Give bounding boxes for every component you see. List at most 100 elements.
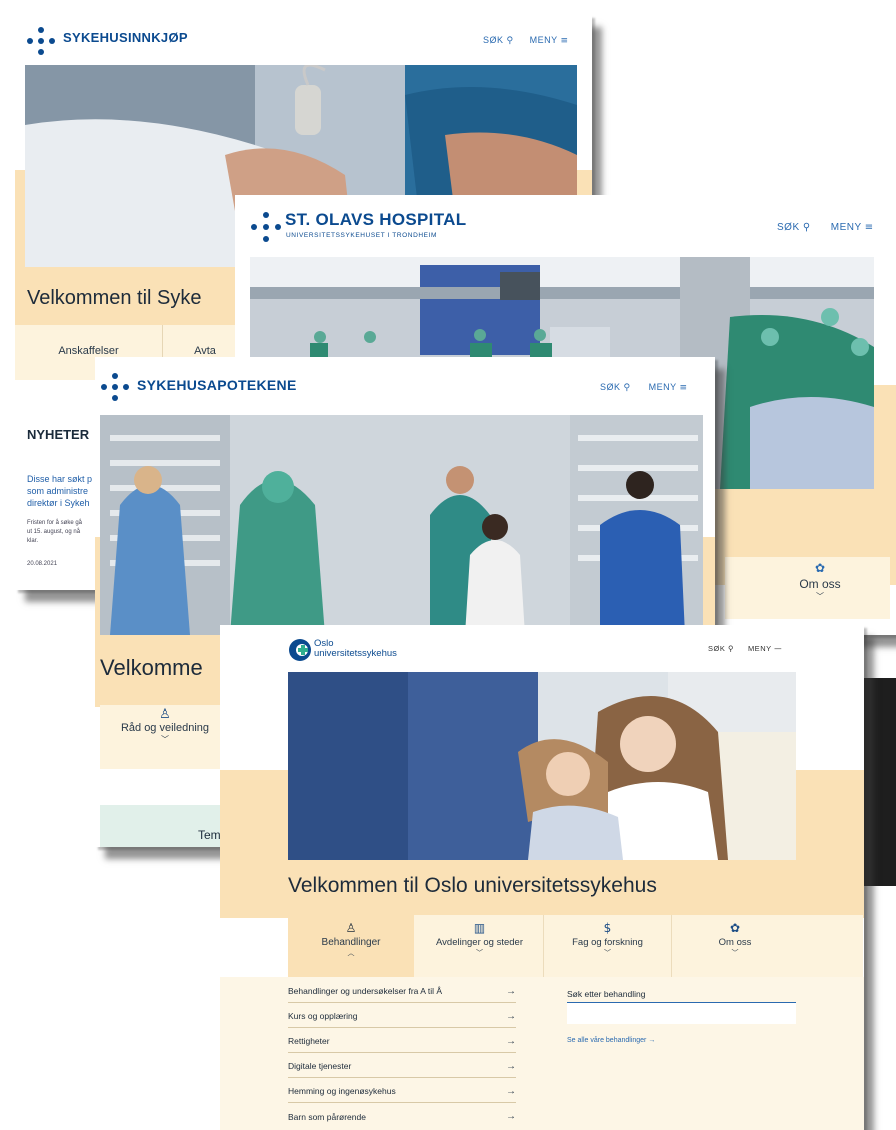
tab-label: Om oss xyxy=(718,937,752,948)
link-rettigheter[interactable]: Rettigheter → xyxy=(288,1030,516,1053)
search-icon: ⚲ xyxy=(727,644,734,653)
header: SYKEHUSINNKJØP SØK ⚲ MENY ≡ xyxy=(15,15,592,65)
arrow-right-icon: → xyxy=(506,1085,516,1097)
all-treatments-link[interactable]: Se alle våre behandlinger → xyxy=(567,1037,655,1044)
treatment-search-input[interactable] xyxy=(567,1002,796,1024)
menu-icon: ≡ xyxy=(864,222,874,233)
search-label: Søk etter behandling xyxy=(567,989,646,999)
brand-name[interactable]: SYKEHUSINNKJØP xyxy=(63,30,188,45)
arrow-right-icon: → xyxy=(506,1060,516,1072)
hero-image xyxy=(100,415,703,635)
menu-icon: — xyxy=(774,644,783,653)
person-icon: ♙ xyxy=(345,921,357,935)
menu-link[interactable]: MENY ≡ xyxy=(831,222,874,233)
news-body-line: klar. xyxy=(27,538,39,544)
tab-label: Behandlinger xyxy=(321,937,381,948)
arrow-right-icon: → xyxy=(506,1035,516,1047)
arrow-right-icon: → xyxy=(648,1037,656,1044)
search-link[interactable]: SØK ⚲ xyxy=(777,222,811,233)
themes-label: Tem xyxy=(198,828,221,842)
brand-name[interactable]: SYKEHUSAPOTEKENE xyxy=(137,377,297,393)
person-icon: ♙ xyxy=(159,707,171,722)
flower-icon: ✿ xyxy=(729,921,741,935)
link-digitale-tjenester[interactable]: Digitale tjenester → xyxy=(288,1055,516,1078)
menu-link[interactable]: MENY ≡ xyxy=(649,382,688,393)
chevron-down-icon: ﹀ xyxy=(161,735,169,744)
welcome-title: Velkommen til Syke xyxy=(27,287,202,309)
news-item[interactable]: Disse har søkt p som administre direktør… xyxy=(27,473,97,509)
chevron-down-icon: ﹀ xyxy=(476,950,483,957)
tab-om-oss[interactable]: ✿ Om oss ﹀ xyxy=(760,561,880,621)
link-label: Se alle våre behandlinger xyxy=(567,1037,647,1044)
link-label: Barn som pårørende xyxy=(288,1111,366,1122)
themes-bar[interactable]: Tem xyxy=(100,805,221,847)
tab-label: Om oss xyxy=(799,577,841,591)
header: ST. OLAVS HOSPITAL UNIVERSITETSSYKEHUSET… xyxy=(235,195,896,257)
link-label: Rettigheter xyxy=(288,1036,330,1046)
search-link[interactable]: SØK ⚲ xyxy=(483,35,514,46)
menu-icon: ≡ xyxy=(679,383,688,393)
tab-avdelinger[interactable]: ▥ Avdelinger og steder ﹀ xyxy=(416,915,544,979)
ous-page: Oslo universitetssykehus SØK ⚲ MENY — Ve… xyxy=(220,625,864,1130)
tab-fag-og-forskning[interactable]: $ Fag og forskning ﹀ xyxy=(544,915,672,979)
brand-line: universitetssykehus xyxy=(314,648,397,659)
link-label: Digitale tjenester xyxy=(288,1061,352,1071)
menu-link[interactable]: MENY — xyxy=(748,644,782,653)
flower-icon: ✿ xyxy=(814,561,826,575)
hero-image xyxy=(288,672,796,860)
tab-label: Råd og veiledning xyxy=(120,722,210,734)
news-title-line: som administre xyxy=(27,486,89,496)
news-body-line: ut 15. august, og nå xyxy=(27,529,81,535)
link-barn-som-parorende[interactable]: Barn som pårørende → xyxy=(288,1105,516,1128)
news-title-line: direktør i Sykeh xyxy=(27,498,90,508)
news-title-line: Disse har søkt p xyxy=(27,474,93,484)
link-hemming[interactable]: Hemming og ingenøsykehus → xyxy=(288,1080,516,1103)
building-icon: ▥ xyxy=(473,921,486,935)
link-label: Behandlinger og undersøkelser fra A til … xyxy=(288,986,443,996)
search-icon: ⚲ xyxy=(506,36,514,46)
tab-label: Avdelinger og steder xyxy=(436,937,523,948)
menu-link[interactable]: MENY ≡ xyxy=(530,35,569,46)
tab-label: Avta xyxy=(194,345,216,357)
news-body-line: Fristen for å søke gå xyxy=(27,520,83,526)
logo-icon xyxy=(25,25,55,55)
header: Oslo universitetssykehus SØK ⚲ MENY — xyxy=(220,625,864,673)
money-icon: $ xyxy=(603,921,612,935)
hero-photo xyxy=(288,672,796,860)
chevron-down-icon: ﹀ xyxy=(604,950,611,957)
chevron-down-icon: ﹀ xyxy=(816,592,824,601)
search-link[interactable]: SØK ⚲ xyxy=(600,382,631,393)
logo-icon xyxy=(99,371,129,401)
news-date: 20.08.2021 xyxy=(27,561,58,567)
brand-name[interactable]: Oslo universitetssykehus xyxy=(314,639,397,659)
arrow-right-icon: → xyxy=(506,1111,516,1122)
chevron-down-icon: ﹀ xyxy=(731,950,739,957)
brand-subtitle: UNIVERSITETSSYKEHUSET I TRONDHEIM xyxy=(286,232,438,239)
chevron-up-icon: ︿ xyxy=(347,950,355,957)
brand-name[interactable]: ST. OLAVS HOSPITAL xyxy=(285,210,466,230)
tab-label: Anskaffelser xyxy=(58,345,119,357)
search-icon: ⚲ xyxy=(802,222,811,233)
arrow-right-icon: → xyxy=(506,1010,516,1022)
search-link[interactable]: SØK ⚲ xyxy=(708,644,734,653)
link-behandlinger-a-til-a[interactable]: Behandlinger og undersøkelser fra A til … xyxy=(288,980,516,1003)
link-label: Hemming og ingenøsykehus xyxy=(288,1086,396,1096)
logo-icon xyxy=(249,211,281,242)
welcome-title: Velkommen til Oslo universitetssykehus xyxy=(288,874,657,897)
tab-om-oss[interactable]: ✿ Om oss ﹀ xyxy=(672,915,798,979)
news-heading: NYHETER xyxy=(27,427,90,442)
header: SYKEHUSAPOTEKENE SØK ⚲ MENY ≡ xyxy=(95,357,715,415)
link-label: Kurs og opplæring xyxy=(288,1011,358,1021)
tab-rad-og-veiledning[interactable]: ♙ Råd og veiledning ﹀ xyxy=(100,707,230,767)
tab-label: Fag og forskning xyxy=(572,937,643,948)
search-icon: ⚲ xyxy=(623,383,631,393)
arrow-right-icon: → xyxy=(506,985,516,997)
link-kurs[interactable]: Kurs og opplæring → xyxy=(288,1005,516,1028)
hero-photo xyxy=(100,415,703,635)
ous-logo-icon xyxy=(289,639,311,661)
menu-icon: ≡ xyxy=(560,36,569,46)
news-body: Fristen for å søke gå ut 15. august, og … xyxy=(27,519,82,546)
tab-behandlinger[interactable]: ♙ Behandlinger ︿ xyxy=(288,915,414,979)
welcome-title: Velkomme xyxy=(100,655,203,680)
background-strip xyxy=(864,678,896,886)
